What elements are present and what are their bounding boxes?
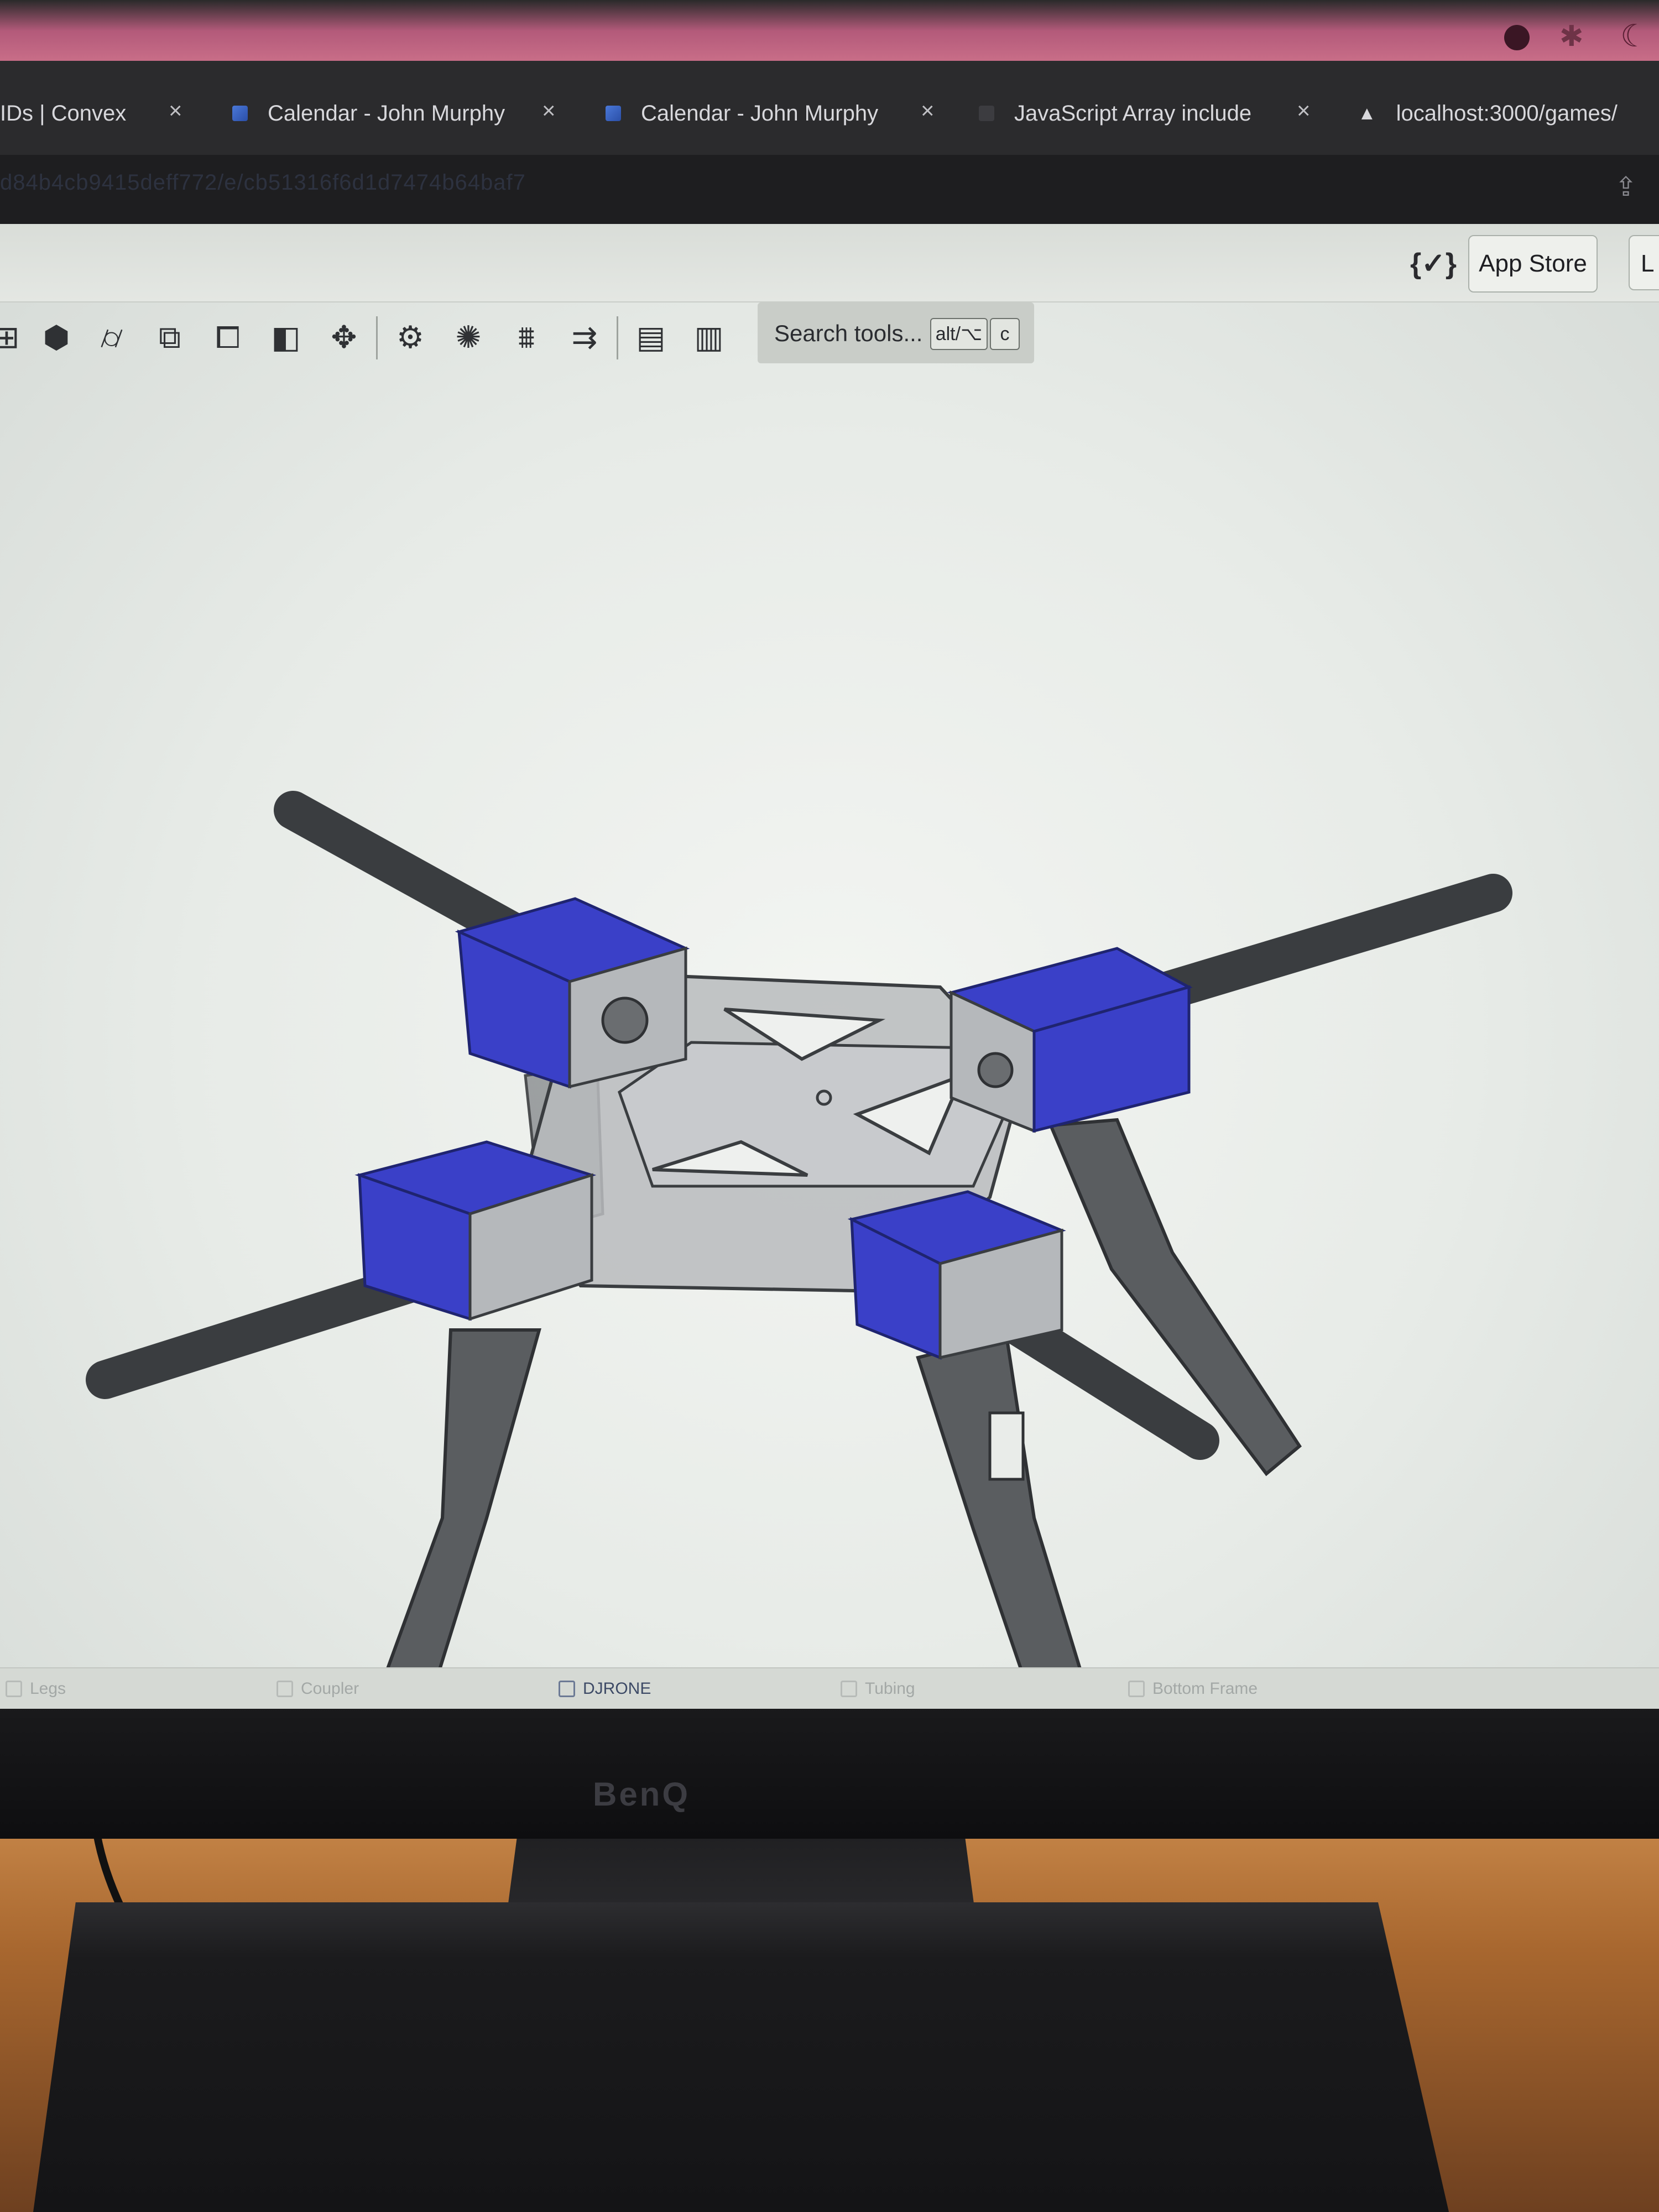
- cylinder-icon[interactable]: ⌭: [94, 320, 129, 355]
- calendar-icon: [232, 106, 248, 121]
- part-studio-tab-icon: [841, 1681, 857, 1697]
- tab-title: IDs | Convex: [0, 101, 127, 126]
- tab-title: JavaScript Array include: [1014, 101, 1252, 126]
- doc-tab-label: Tubing: [865, 1679, 915, 1698]
- calendar-icon: [606, 106, 621, 121]
- browser-tab-calendar-2[interactable]: Calendar - John Murphy: [606, 88, 904, 138]
- assembly-tab-icon: [559, 1681, 575, 1697]
- shortcut-key: c: [990, 318, 1020, 350]
- share-icon[interactable]: ⇪: [1615, 171, 1637, 202]
- import-icon[interactable]: ⊞: [0, 320, 24, 355]
- browser-tab-javascript[interactable]: JavaScript Array include: [979, 88, 1266, 138]
- app-header: {✓} App Store L: [0, 224, 1659, 302]
- address-bar[interactable]: d84b4cb9415deff772/e/cb51316f6d1d7474b64…: [0, 155, 1659, 224]
- tab-title: Calendar - John Murphy: [268, 101, 505, 126]
- doc-tab-label: Legs: [30, 1679, 66, 1698]
- monitor-stand-base: [33, 1902, 1449, 2212]
- part-studio-tab-icon: [6, 1681, 22, 1697]
- cad-workspace: {✓} App Store L ⊞ ⬢ ⌭ ⧉ ⧠ ◧ ✥ ⚙ ✺ ⩩ ⇉ ▤ …: [0, 224, 1659, 1709]
- code-check-icon[interactable]: {✓}: [1410, 247, 1457, 280]
- monitor-brand-logo: BenQ: [592, 1776, 691, 1813]
- search-tools-input[interactable]: Search tools... alt/⌥ c: [758, 302, 1034, 363]
- warning-icon: ▲: [1358, 102, 1376, 124]
- shortcut-key: alt/⌥: [930, 318, 988, 350]
- toolbar-divider: [376, 316, 378, 359]
- coupler-front-right: [947, 947, 1193, 1133]
- doc-tab-legs[interactable]: Legs: [6, 1673, 66, 1705]
- tab-close-icon[interactable]: ×: [1297, 97, 1311, 124]
- tab-title: localhost:3000/games/: [1396, 101, 1618, 126]
- tab-close-icon[interactable]: ×: [169, 97, 182, 124]
- record-icon[interactable]: [1504, 25, 1530, 50]
- doc-tab-label: Bottom Frame: [1152, 1679, 1258, 1698]
- tab-close-icon[interactable]: ×: [542, 97, 556, 124]
- doc-tab-label: DJRONE: [583, 1679, 651, 1698]
- search-tools-label: Search tools...: [774, 320, 923, 346]
- explode-icon[interactable]: ✥: [326, 320, 362, 355]
- monitor-screen: ✱ ☾ IDs | Convex × Calendar - John Murph…: [0, 0, 1659, 1709]
- docs-icon: [979, 106, 994, 121]
- toolbar-divider: [617, 316, 618, 359]
- part-studio-tab-icon: [276, 1681, 293, 1697]
- mate-connector-icon[interactable]: ⩩: [509, 320, 544, 355]
- drone-frame-model: [86, 791, 1512, 1709]
- monitor-bezel: [0, 1703, 1659, 1839]
- browser-tab-convex[interactable]: IDs | Convex: [0, 88, 127, 138]
- mate-icon[interactable]: ⧉: [152, 320, 187, 355]
- coupler-back-left: [354, 1140, 597, 1321]
- coupler-front-left: [455, 897, 690, 1089]
- doc-tab-coupler[interactable]: Coupler: [276, 1673, 359, 1705]
- doc-tab-label: Coupler: [301, 1679, 359, 1698]
- section-icon[interactable]: ◧: [268, 320, 304, 355]
- learning-center-button[interactable]: L: [1629, 235, 1659, 290]
- browser-tab-strip: IDs | Convex × Calendar - John Murphy × …: [0, 61, 1659, 155]
- replicate-icon[interactable]: ⇉: [567, 320, 602, 355]
- gear-icon[interactable]: ⚙: [393, 320, 428, 355]
- part-studio-icon[interactable]: ⬢: [39, 320, 74, 355]
- doc-tab-djrone[interactable]: DJRONE: [559, 1673, 651, 1705]
- derived-icon[interactable]: ⧠: [210, 320, 246, 355]
- doc-tab-tubing[interactable]: Tubing: [841, 1673, 915, 1705]
- app-store-button[interactable]: App Store: [1468, 235, 1598, 293]
- browser-tab-calendar-1[interactable]: Calendar - John Murphy: [232, 88, 520, 138]
- gear-alt-icon[interactable]: ✺: [451, 320, 486, 355]
- url-text[interactable]: d84b4cb9415deff772/e/cb51316f6d1d7474b64…: [0, 170, 526, 195]
- coupler-back-right: [847, 1190, 1066, 1360]
- tab-close-icon[interactable]: ×: [921, 97, 935, 124]
- part-studio-tab-icon: [1128, 1681, 1145, 1697]
- bluetooth-icon[interactable]: ✱: [1559, 20, 1584, 53]
- bom-icon[interactable]: ▥: [691, 320, 727, 355]
- browser-tab-localhost[interactable]: ▲ localhost:3000/games/: [1358, 88, 1659, 138]
- moon-icon[interactable]: ☾: [1620, 18, 1648, 54]
- document-tab-bar: Legs Coupler DJRONE Tubing Bottom Frame: [0, 1667, 1659, 1709]
- drawing-icon[interactable]: ▤: [633, 320, 669, 355]
- tab-title: Calendar - John Murphy: [641, 101, 879, 126]
- doc-tab-bottom-frame[interactable]: Bottom Frame: [1128, 1673, 1258, 1705]
